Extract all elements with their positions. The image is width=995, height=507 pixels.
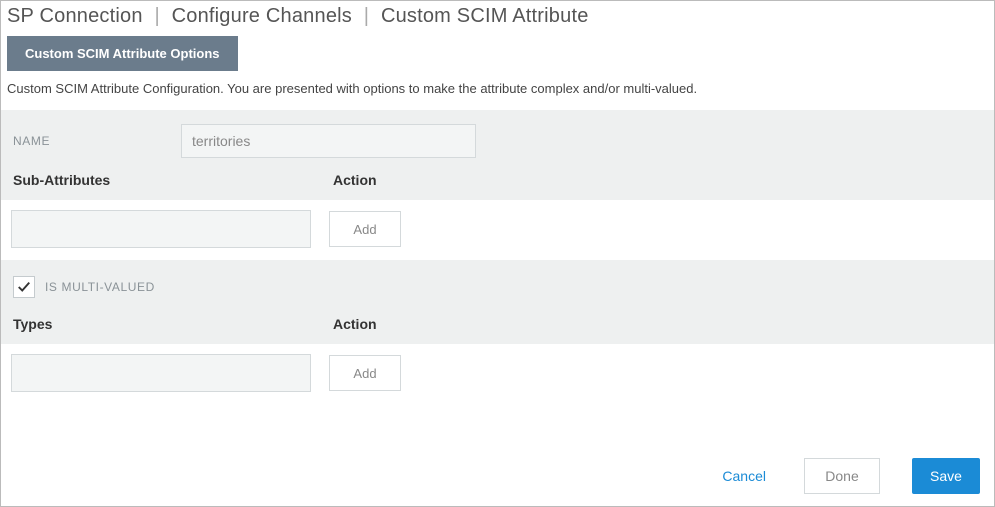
section-name-subattributes: NAME Sub-Attributes Action xyxy=(1,110,994,200)
cancel-button[interactable]: Cancel xyxy=(716,467,772,485)
page-description: Custom SCIM Attribute Configuration. You… xyxy=(1,81,994,110)
is-multi-valued-label: IS MULTI-VALUED xyxy=(45,280,155,294)
tab-custom-scim-attribute-options[interactable]: Custom SCIM Attribute Options xyxy=(7,36,238,71)
tab-bar: Custom SCIM Attribute Options xyxy=(1,28,994,81)
action-header: Action xyxy=(333,316,433,332)
types-header: Types xyxy=(11,316,333,332)
breadcrumb: SP Connection | Configure Channels | Cus… xyxy=(1,1,994,28)
done-button[interactable]: Done xyxy=(804,458,880,494)
page-frame: SP Connection | Configure Channels | Cus… xyxy=(0,0,995,507)
breadcrumb-custom-scim-attribute: Custom SCIM Attribute xyxy=(381,5,589,27)
sub-attribute-input[interactable] xyxy=(11,210,311,248)
breadcrumb-sep-icon: | xyxy=(364,5,369,27)
is-multi-valued-checkbox[interactable] xyxy=(13,276,35,298)
breadcrumb-sep-icon: | xyxy=(154,5,159,27)
section-multivalued-types: IS MULTI-VALUED Types Action xyxy=(1,260,994,344)
save-button[interactable]: Save xyxy=(912,458,980,494)
sub-attributes-header: Sub-Attributes xyxy=(11,172,333,188)
breadcrumb-configure-channels[interactable]: Configure Channels xyxy=(172,5,352,27)
breadcrumb-sp-connection[interactable]: SP Connection xyxy=(7,5,143,27)
type-input[interactable] xyxy=(11,354,311,392)
sub-attribute-row: Add xyxy=(1,200,994,254)
name-input[interactable] xyxy=(181,124,476,158)
add-type-button[interactable]: Add xyxy=(329,355,401,391)
add-sub-attribute-button[interactable]: Add xyxy=(329,211,401,247)
type-row: Add xyxy=(1,344,994,398)
name-label: NAME xyxy=(11,134,181,148)
footer-actions: Cancel Done Save xyxy=(716,458,980,494)
check-icon xyxy=(17,280,31,294)
action-header: Action xyxy=(333,172,433,188)
